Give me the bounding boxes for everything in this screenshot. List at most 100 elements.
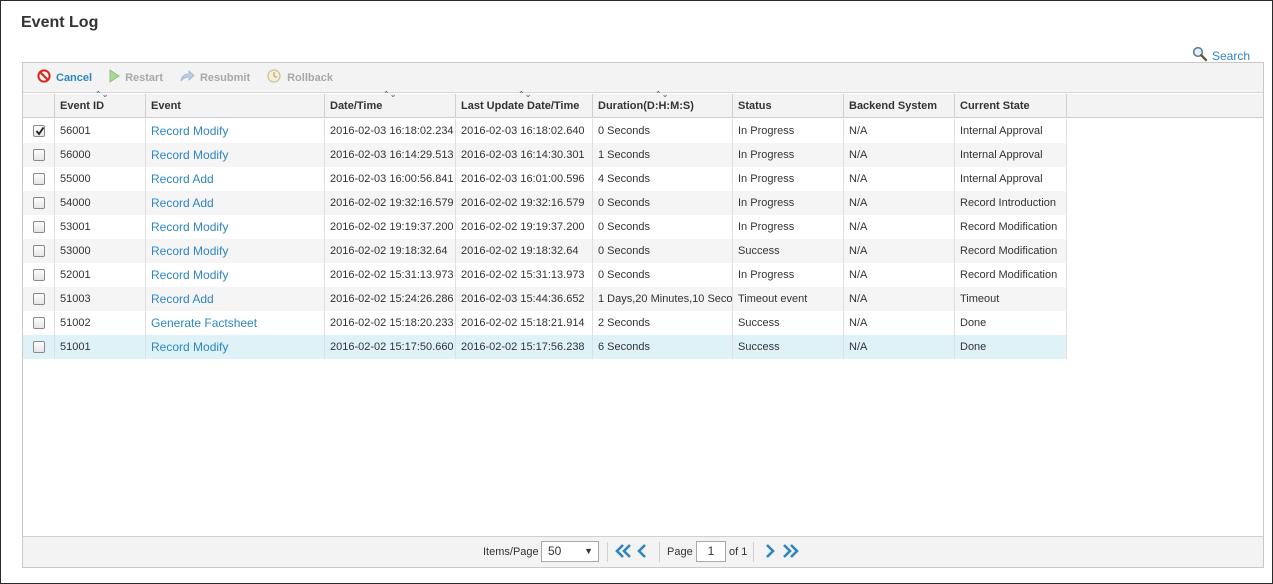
cell-event[interactable]: Record Modify bbox=[146, 263, 325, 287]
cell-select bbox=[23, 143, 55, 167]
cell-event-id: 53001 bbox=[55, 215, 146, 239]
table-row[interactable]: 51001 Record Modify 2016-02-02 15:17:50.66… bbox=[23, 335, 1067, 359]
cell-last-update: 2016-02-02 19:19:37.200 bbox=[456, 215, 593, 239]
next-page-button[interactable] bbox=[765, 543, 775, 562]
cell-event[interactable]: Record Add bbox=[146, 191, 325, 215]
cell-date-time: 2016-02-03 16:14:29.513 bbox=[325, 143, 456, 167]
cell-current-state: Internal Approval bbox=[955, 119, 1067, 143]
cell-duration: 1 Days,20 Minutes,10 Seco bbox=[593, 287, 733, 311]
cancel-button[interactable]: Cancel bbox=[37, 69, 92, 86]
cell-backend-system: N/A bbox=[844, 287, 955, 311]
row-checkbox[interactable] bbox=[33, 197, 45, 209]
header-date-time[interactable]: Date/Time ⌃⌄ bbox=[325, 90, 456, 118]
table-row[interactable]: 53000 Record Modify 2016-02-02 19:18:32.64… bbox=[23, 239, 1067, 263]
cancel-label: Cancel bbox=[56, 71, 93, 84]
row-checkbox[interactable] bbox=[33, 293, 45, 305]
table-row[interactable]: 55000 Record Add 2016-02-03 16:00:56.841 20… bbox=[23, 167, 1067, 191]
header-event[interactable]: Event bbox=[146, 94, 325, 118]
cell-event[interactable]: Record Modify bbox=[146, 239, 325, 263]
cell-status: Timeout event bbox=[733, 287, 844, 311]
cell-date-time: 2016-02-02 19:18:32.64 bbox=[325, 239, 456, 263]
header-last-update[interactable]: Last Update Date/Time ⌃⌄ bbox=[456, 90, 593, 118]
grid-header: Event ID ⌃⌄ Event Date/Time ⌃⌄ Last Upda… bbox=[23, 90, 1263, 118]
cell-event[interactable]: Record Modify bbox=[146, 143, 325, 167]
cell-select bbox=[23, 311, 55, 335]
restart-button[interactable]: Restart bbox=[108, 69, 163, 86]
cell-current-state: Record Introduction bbox=[955, 191, 1067, 215]
toolbar: Cancel Restart Resubmit Rollback bbox=[23, 63, 1263, 93]
header-status[interactable]: Status bbox=[733, 94, 844, 118]
cell-select bbox=[23, 119, 55, 143]
cell-event[interactable]: Record Add bbox=[146, 167, 325, 191]
previous-page-button[interactable] bbox=[637, 543, 647, 562]
restart-label: Restart bbox=[125, 71, 163, 84]
cell-last-update: 2016-02-03 16:18:02.640 bbox=[456, 119, 593, 143]
header-event-id[interactable]: Event ID ⌃⌄ bbox=[55, 90, 146, 118]
cell-status: In Progress bbox=[733, 191, 844, 215]
header-current-state[interactable]: Current State bbox=[955, 94, 1067, 118]
row-checkbox[interactable] bbox=[33, 221, 45, 233]
table-row[interactable]: 53001 Record Modify 2016-02-02 19:19:37.20… bbox=[23, 215, 1067, 239]
cell-backend-system: N/A bbox=[844, 167, 955, 191]
cell-date-time: 2016-02-02 15:17:50.660 bbox=[325, 335, 456, 359]
cell-last-update: 2016-02-02 15:31:13.973 bbox=[456, 263, 593, 287]
cell-event-id: 51003 bbox=[55, 287, 146, 311]
last-page-button[interactable] bbox=[781, 543, 799, 562]
rollback-button[interactable]: Rollback bbox=[266, 68, 333, 87]
rollback-label: Rollback bbox=[287, 71, 333, 84]
cell-status: In Progress bbox=[733, 119, 844, 143]
cell-duration: 6 Seconds bbox=[593, 335, 733, 359]
cell-last-update: 2016-02-03 16:14:30.301 bbox=[456, 143, 593, 167]
cell-event[interactable]: Record Modify bbox=[146, 119, 325, 143]
cell-date-time: 2016-02-02 15:24:26.286 bbox=[325, 287, 456, 311]
table-row[interactable]: 56001 Record Modify 2016-02-03 16:18:02.23… bbox=[23, 119, 1067, 143]
row-checkbox[interactable] bbox=[33, 341, 45, 353]
cell-duration: 0 Seconds bbox=[593, 263, 733, 287]
divider bbox=[659, 542, 660, 562]
cell-backend-system: N/A bbox=[844, 263, 955, 287]
resubmit-button[interactable]: Resubmit bbox=[179, 69, 250, 86]
cell-last-update: 2016-02-02 19:32:16.579 bbox=[456, 191, 593, 215]
cell-event[interactable]: Generate Factsheet bbox=[146, 311, 325, 335]
cell-current-state: Internal Approval bbox=[955, 167, 1067, 191]
page-number-input[interactable]: 1 bbox=[696, 541, 726, 562]
cell-status: In Progress bbox=[733, 167, 844, 191]
cell-current-state: Done bbox=[955, 335, 1067, 359]
table-row[interactable]: 51002 Generate Factsheet 2016-02-02 15:18:… bbox=[23, 311, 1067, 335]
dropdown-arrow-icon: ▼ bbox=[584, 546, 593, 556]
row-checkbox[interactable] bbox=[33, 317, 45, 329]
cell-backend-system: N/A bbox=[844, 311, 955, 335]
double-chevron-left-icon bbox=[615, 544, 631, 558]
items-per-page-select[interactable]: 50 ▼ bbox=[541, 541, 599, 562]
cell-event[interactable]: Record Modify bbox=[146, 335, 325, 359]
cell-last-update: 2016-02-02 15:18:21.914 bbox=[456, 311, 593, 335]
row-checkbox[interactable] bbox=[33, 269, 45, 281]
row-checkbox[interactable] bbox=[33, 173, 45, 185]
cell-last-update: 2016-02-03 16:01:00.596 bbox=[456, 167, 593, 191]
header-backend-system[interactable]: Backend System bbox=[844, 94, 955, 118]
first-page-button[interactable] bbox=[615, 543, 633, 562]
row-checkbox[interactable] bbox=[33, 149, 45, 161]
cell-event[interactable]: Record Modify bbox=[146, 215, 325, 239]
search-label: Search bbox=[1211, 48, 1250, 63]
row-checkbox[interactable] bbox=[33, 245, 45, 257]
table-row[interactable]: 51003 Record Add 2016-02-02 15:24:26.286 20… bbox=[23, 287, 1067, 311]
cell-select bbox=[23, 191, 55, 215]
cell-event[interactable]: Record Add bbox=[146, 287, 325, 311]
cell-status: Success bbox=[733, 311, 844, 335]
cell-duration: 0 Seconds bbox=[593, 239, 733, 263]
resubmit-label: Resubmit bbox=[199, 71, 251, 84]
header-duration[interactable]: Duration(D:H:M:S) ⌃⌄ bbox=[593, 90, 733, 118]
table-row[interactable]: 52001 Record Modify 2016-02-02 15:31:13.97… bbox=[23, 263, 1067, 287]
divider bbox=[753, 542, 754, 562]
table-row[interactable]: 56000 Record Modify 2016-02-03 16:14:29.51… bbox=[23, 143, 1067, 167]
cell-select bbox=[23, 335, 55, 359]
cell-status: In Progress bbox=[733, 215, 844, 239]
cell-date-time: 2016-02-02 15:31:13.973 bbox=[325, 263, 456, 287]
table-row[interactable]: 54000 Record Add 2016-02-02 19:32:16.579 20… bbox=[23, 191, 1067, 215]
pager: Items/Page 50 ▼ Page 1 of 1 bbox=[23, 536, 1263, 567]
row-checkbox[interactable] bbox=[33, 125, 45, 137]
sort-arrows-icon: ⌃⌄ bbox=[518, 90, 532, 99]
cell-current-state: Internal Approval bbox=[955, 143, 1067, 167]
cell-select bbox=[23, 239, 55, 263]
